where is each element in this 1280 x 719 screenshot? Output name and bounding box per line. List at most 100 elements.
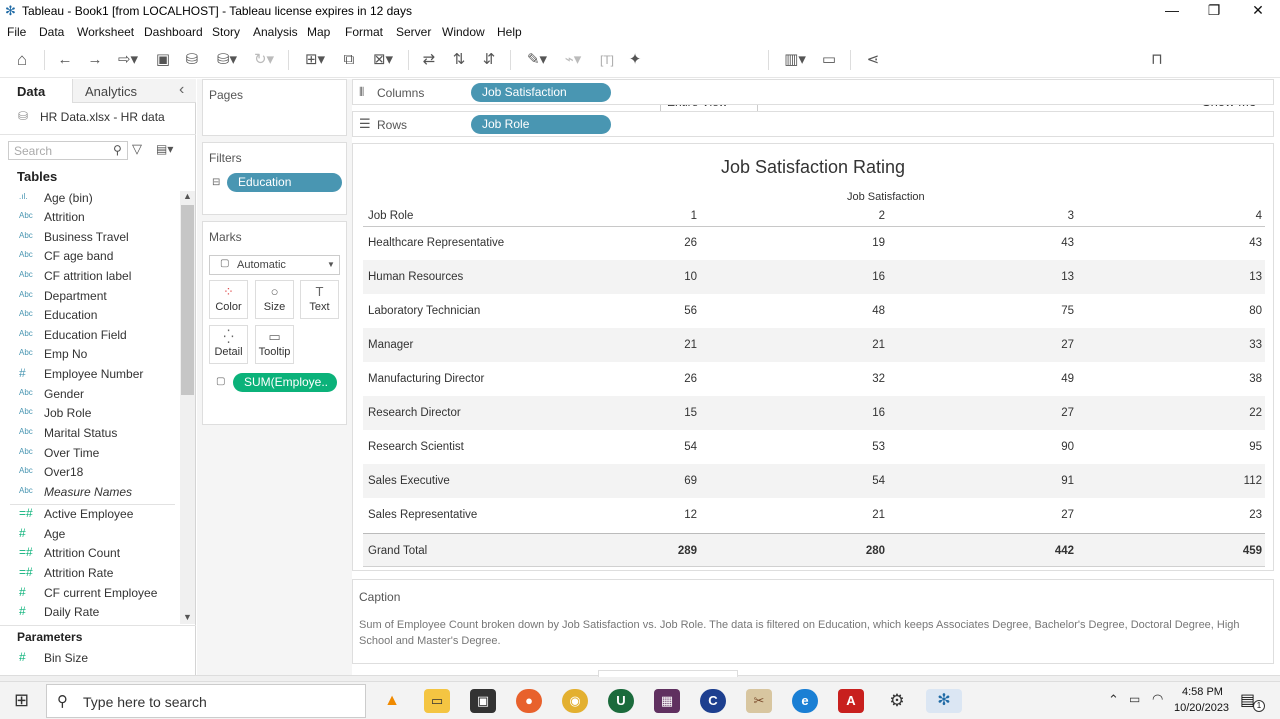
mark-type-select[interactable]: ▢ Automatic ▼ xyxy=(209,255,340,275)
field-search-input[interactable]: Search ⚲ xyxy=(8,141,128,160)
redo-icon[interactable]: → xyxy=(85,50,105,70)
pages-card[interactable]: Pages xyxy=(202,79,347,136)
tooltip-button[interactable]: ▭ Tooltip xyxy=(255,325,294,364)
table-row[interactable]: Research Director 15 16 27 22 xyxy=(363,396,1265,430)
chevron-up-icon[interactable]: ⌃ xyxy=(1108,692,1119,708)
undo-icon[interactable]: ← xyxy=(55,50,75,70)
collapse-pane-icon[interactable]: ‹ xyxy=(179,81,184,99)
filter-icon[interactable]: ▽ xyxy=(132,141,142,157)
field-measure-names[interactable]: Abc Measure Names xyxy=(0,483,180,503)
columns-shelf[interactable]: ⦀ Columns Job Satisfaction xyxy=(352,79,1274,105)
upwork-icon[interactable]: U xyxy=(608,689,634,713)
table-row[interactable]: Manufacturing Director 26 32 49 38 xyxy=(363,362,1265,396)
pause-updates-icon[interactable]: ⛁▾ xyxy=(212,50,242,70)
taskbar-search-input[interactable]: ⚲ Type here to search xyxy=(46,684,366,718)
field-cf-attrition-label[interactable]: Abc CF attrition label xyxy=(0,267,180,287)
field-age[interactable]: # Age xyxy=(0,525,180,545)
group-icon[interactable]: ⌁▾ xyxy=(558,50,588,70)
new-datasource-icon[interactable]: ⛁ xyxy=(182,50,202,70)
field-emp-no[interactable]: Abc Emp No xyxy=(0,345,180,365)
duplicate-icon[interactable]: ⧉ xyxy=(338,50,360,70)
menu-story[interactable]: Story xyxy=(212,25,240,39)
photo-app-icon[interactable]: ✂ xyxy=(746,689,772,713)
restore-button[interactable]: ❐ xyxy=(1194,0,1234,22)
store-icon[interactable]: ▣ xyxy=(470,689,496,713)
field-daily-rate[interactable]: # Daily Rate xyxy=(0,603,180,623)
table-row[interactable]: Sales Representative 12 21 27 23 xyxy=(363,498,1265,532)
close-button[interactable]: ✕ xyxy=(1238,0,1278,22)
file-explorer-icon[interactable]: ▭ xyxy=(424,689,450,713)
presentation-mode-icon[interactable]: ▭ xyxy=(818,50,840,70)
menu-worksheet[interactable]: Worksheet xyxy=(77,25,134,39)
pin-icon[interactable]: ✦ xyxy=(624,50,646,70)
minimize-button[interactable]: — xyxy=(1152,0,1192,22)
field-attrition-count[interactable]: =# Attrition Count xyxy=(0,544,180,564)
highlight-icon[interactable]: ✎▾ xyxy=(522,50,552,70)
field-active-employee[interactable]: =# Active Employee xyxy=(0,505,180,525)
field-marital-status[interactable]: Abc Marital Status xyxy=(0,424,180,444)
field-list-scrollbar[interactable]: ▲ ▼ xyxy=(180,191,195,624)
field-over-time[interactable]: Abc Over Time xyxy=(0,444,180,464)
parameter-bin-size[interactable]: # Bin Size xyxy=(0,649,180,669)
show-cards-icon[interactable]: ▥▾ xyxy=(778,50,812,70)
table-row[interactable]: Human Resources 10 16 13 13 xyxy=(363,260,1265,294)
menu-file[interactable]: File xyxy=(7,25,26,39)
sign-icon[interactable]: ⊓ xyxy=(1146,50,1168,70)
field-cf-current-employee[interactable]: # CF current Employee xyxy=(0,584,180,604)
field-employee-number[interactable]: # Employee Number xyxy=(0,365,180,385)
field-attrition[interactable]: Abc Attrition xyxy=(0,208,180,228)
view-options-icon[interactable]: ▤▾ xyxy=(156,142,173,156)
vlc-icon[interactable]: ▲ xyxy=(379,689,405,713)
field-age-bin[interactable]: .ıl. Age (bin) xyxy=(0,189,180,209)
rows-shelf[interactable]: ☰ Rows Job Role xyxy=(352,111,1274,137)
settings-gear-icon[interactable]: ⚙ xyxy=(884,689,910,713)
menu-server[interactable]: Server xyxy=(396,25,431,39)
replay-icon[interactable]: ⇨▾ xyxy=(113,50,143,70)
menu-window[interactable]: Window xyxy=(442,25,485,39)
tableau-taskbar-icon[interactable]: ✻ xyxy=(926,689,962,713)
detail-button[interactable]: ⁛ Detail xyxy=(209,325,248,364)
text-button[interactable]: T Text xyxy=(300,280,339,319)
swap-icon[interactable]: ⇄ xyxy=(418,50,440,70)
scroll-down-icon[interactable]: ▼ xyxy=(183,612,192,622)
sort-descending-icon[interactable]: ⇵ xyxy=(478,50,500,70)
table-row[interactable]: Laboratory Technician 56 48 75 80 xyxy=(363,294,1265,328)
field-education[interactable]: Abc Education xyxy=(0,306,180,326)
grand-total-row[interactable]: Grand Total 289 280 442 459 xyxy=(363,533,1265,567)
show-labels-icon[interactable]: [T] xyxy=(596,50,618,70)
tab-analytics[interactable]: Analytics ‹ xyxy=(72,79,196,103)
save-icon[interactable]: ▣ xyxy=(153,50,173,70)
firefox-icon[interactable]: ● xyxy=(516,689,542,713)
sort-ascending-icon[interactable]: ⇅ xyxy=(448,50,470,70)
table-row[interactable]: Sales Executive 69 54 91 112 xyxy=(363,464,1265,498)
battery-icon[interactable]: ▭ xyxy=(1129,692,1140,706)
new-worksheet-icon[interactable]: ⊞▾ xyxy=(298,50,332,70)
menu-format[interactable]: Format xyxy=(345,25,383,39)
media-app-icon[interactable]: ▦ xyxy=(654,689,680,713)
home-icon[interactable]: ⌂ xyxy=(10,50,34,70)
menu-help[interactable]: Help xyxy=(497,25,522,39)
menu-data[interactable]: Data xyxy=(39,25,64,39)
field-job-role[interactable]: Abc Job Role xyxy=(0,404,180,424)
share-icon[interactable]: ⋖ xyxy=(862,50,884,70)
field-over18[interactable]: Abc Over18 xyxy=(0,463,180,483)
menu-dashboard[interactable]: Dashboard xyxy=(144,25,203,39)
clock-date[interactable]: 10/20/2023 xyxy=(1174,702,1229,714)
table-row[interactable]: Manager 21 21 27 33 xyxy=(363,328,1265,362)
size-button[interactable]: ○ Size xyxy=(255,280,294,319)
rows-pill-job-role[interactable]: Job Role xyxy=(471,115,611,134)
text-pill-sum-employee[interactable]: SUM(Employe.. xyxy=(233,373,337,392)
table-row[interactable]: Healthcare Representative 26 19 43 43 xyxy=(363,226,1265,260)
tab-data[interactable]: Data xyxy=(0,79,72,103)
filters-card[interactable]: Filters ⊟ Education xyxy=(202,142,347,215)
clear-sheet-icon[interactable]: ⊠▾ xyxy=(366,50,400,70)
edge-icon[interactable]: e xyxy=(792,689,818,713)
clock-time[interactable]: 4:58 PM xyxy=(1182,686,1223,698)
field-gender[interactable]: Abc Gender xyxy=(0,385,180,405)
scroll-up-icon[interactable]: ▲ xyxy=(183,191,192,201)
windows-start-icon[interactable]: ⊞ xyxy=(14,690,29,711)
scrollbar-thumb[interactable] xyxy=(181,205,194,395)
field-cf-age-band[interactable]: Abc CF age band xyxy=(0,247,180,267)
menu-analysis[interactable]: Analysis xyxy=(253,25,298,39)
refresh-icon[interactable]: ↻▾ xyxy=(250,50,278,70)
